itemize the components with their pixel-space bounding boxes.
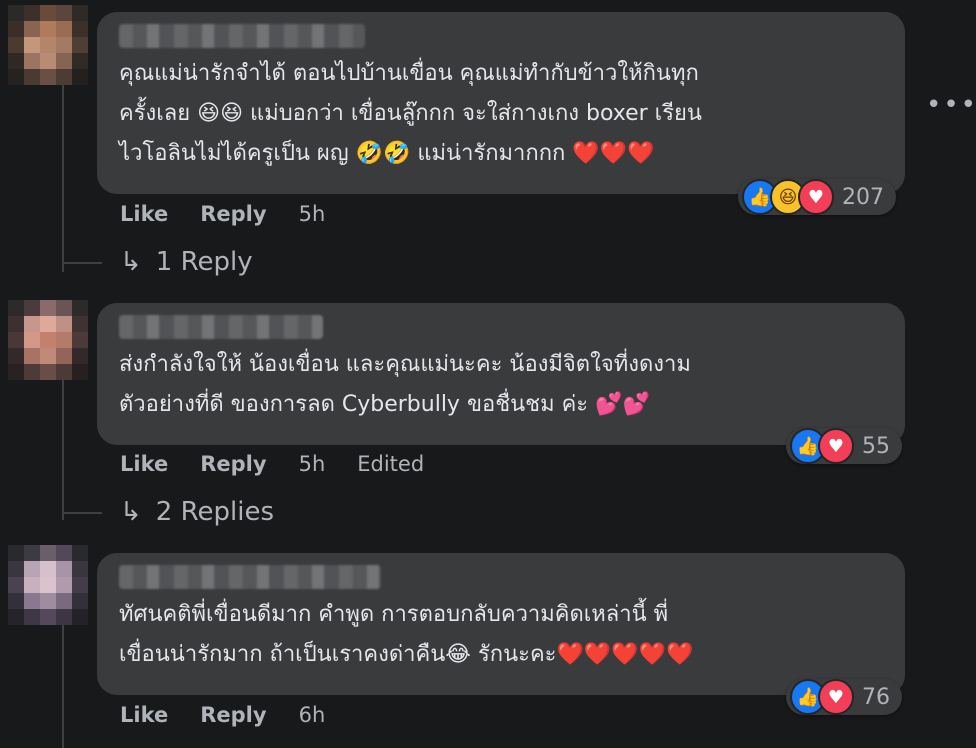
thread-line — [62, 62, 64, 272]
comment-text: คุณแม่น่ารักจำได้ ตอนไปบ้านเขื่อน คุณแม่… — [119, 61, 702, 166]
view-replies-link[interactable]: ↳ 2 Replies — [120, 497, 274, 527]
comment-actions: Like Reply 6h — [120, 703, 325, 727]
reaction-summary[interactable]: 👍 ♥ 55 — [786, 428, 902, 464]
replies-label: 2 Replies — [155, 497, 274, 527]
comment-bubble: ทัศนคติพี่เขื่อนดีมาก คำพูด การตอบกลับคว… — [97, 553, 905, 695]
reply-connector — [62, 262, 102, 264]
timestamp[interactable]: 5h — [299, 202, 326, 226]
comment-text: ส่งกำลังใจให้ น้องเขื่อน และคุณแม่นะคะ น… — [119, 352, 691, 417]
blurred-author-name[interactable] — [119, 315, 323, 339]
comment-actions: Like Reply 5h — [120, 202, 325, 226]
reaction-count: 55 — [862, 433, 890, 459]
reaction-count: 207 — [842, 184, 884, 210]
like-button[interactable]: Like — [120, 202, 168, 226]
reply-button[interactable]: Reply — [200, 703, 266, 727]
reply-arrow-icon: ↳ — [120, 247, 142, 277]
comment-bubble: ส่งกำลังใจให้ น้องเขื่อน และคุณแม่นะคะ น… — [97, 303, 905, 445]
love-icon: ♥ — [818, 679, 854, 715]
avatar[interactable] — [8, 545, 88, 625]
love-icon: ♥ — [798, 179, 834, 215]
like-button[interactable]: Like — [120, 703, 168, 727]
view-replies-link[interactable]: ↳ 1 Reply — [120, 247, 253, 277]
more-options-icon[interactable]: ••• — [926, 90, 976, 120]
blurred-author-name[interactable] — [119, 565, 381, 589]
reply-button[interactable]: Reply — [200, 452, 266, 476]
comment-bubble: คุณแม่น่ารักจำได้ ตอนไปบ้านเขื่อน คุณแม่… — [97, 12, 905, 194]
comment-actions: Like Reply 5h Edited — [120, 452, 424, 476]
edited-label[interactable]: Edited — [357, 452, 424, 476]
timestamp[interactable]: 6h — [299, 703, 326, 727]
replies-label: 1 Reply — [155, 247, 253, 277]
comment-text: ทัศนคติพี่เขื่อนดีมาก คำพูด การตอบกลับคว… — [119, 602, 694, 667]
avatar[interactable] — [8, 300, 88, 380]
reply-connector — [62, 512, 102, 514]
love-icon: ♥ — [818, 428, 854, 464]
avatar[interactable] — [8, 5, 88, 85]
reply-arrow-icon: ↳ — [120, 497, 142, 527]
like-button[interactable]: Like — [120, 452, 168, 476]
reaction-summary[interactable]: 👍 ♥ 76 — [786, 679, 902, 715]
reaction-summary[interactable]: 👍 😆 ♥ 207 — [738, 179, 896, 215]
blurred-author-name[interactable] — [119, 24, 365, 48]
reply-button[interactable]: Reply — [200, 202, 266, 226]
timestamp[interactable]: 5h — [299, 452, 326, 476]
reaction-count: 76 — [862, 684, 890, 710]
